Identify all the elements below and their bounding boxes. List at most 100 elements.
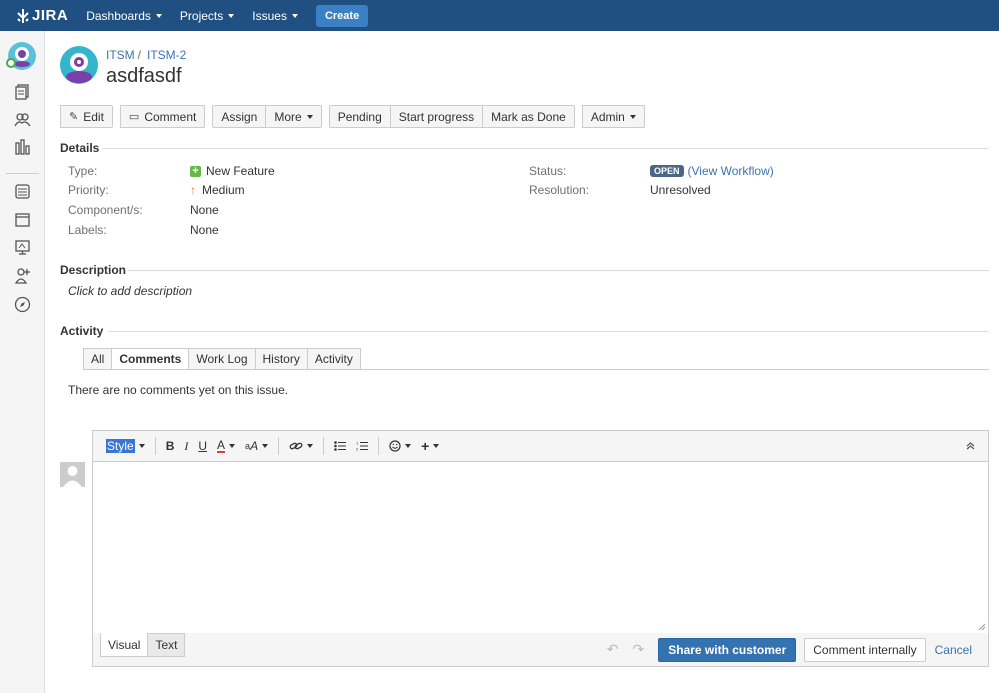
status-lozenge: OPEN bbox=[650, 165, 684, 177]
comment-button[interactable]: ▭ Comment bbox=[119, 105, 206, 128]
pencil-icon: ✎ bbox=[69, 111, 79, 123]
cancel-link[interactable]: Cancel bbox=[935, 643, 972, 657]
start-progress-button[interactable]: Start progress bbox=[389, 105, 484, 128]
description-heading: Description bbox=[60, 263, 127, 277]
tab-activity[interactable]: Activity bbox=[306, 348, 361, 370]
no-comments-message: There are no comments yet on this issue. bbox=[68, 383, 289, 397]
nav-projects[interactable]: Projects bbox=[179, 8, 235, 23]
editor-actions: ↶ ↷ Share with customer Comment internal… bbox=[600, 637, 972, 662]
edit-button[interactable]: ✎ Edit bbox=[60, 105, 113, 128]
compass-icon[interactable] bbox=[14, 296, 31, 313]
bold-icon[interactable]: B bbox=[161, 436, 180, 456]
tabs-underline bbox=[83, 369, 989, 370]
components-value[interactable]: None bbox=[190, 203, 219, 217]
activity-tabs: All Comments Work Log History Activity bbox=[83, 348, 361, 370]
emoticon-icon[interactable] bbox=[384, 436, 416, 456]
insert-more-icon[interactable]: + bbox=[416, 436, 444, 456]
svg-text:1: 1 bbox=[356, 441, 359, 446]
priority-value: ↑ Medium bbox=[190, 183, 245, 197]
speech-bubble-icon: ▭ bbox=[128, 111, 140, 123]
toolbar-separator bbox=[323, 437, 325, 455]
knowledge-base-icon[interactable] bbox=[14, 211, 31, 228]
sidebar-divider bbox=[6, 173, 39, 174]
view-workflow-link[interactable]: (View Workflow) bbox=[688, 164, 774, 178]
bullet-list-icon[interactable] bbox=[329, 436, 351, 456]
more-label: More bbox=[274, 109, 302, 124]
tab-history[interactable]: History bbox=[254, 348, 308, 370]
tab-visual[interactable]: Visual bbox=[100, 633, 149, 657]
arrow-up-icon: ↑ bbox=[190, 183, 196, 197]
chevron-down-icon bbox=[229, 444, 236, 448]
nav-projects-label: Projects bbox=[179, 8, 224, 23]
activity-heading: Activity bbox=[60, 324, 104, 338]
create-button[interactable]: Create bbox=[315, 4, 369, 27]
top-navigation-bar: JIRA Dashboards Projects Issues Create bbox=[0, 0, 999, 31]
editor-mode-tabs: Visual Text bbox=[100, 633, 186, 657]
priority-value-text: Medium bbox=[202, 183, 245, 197]
share-with-customer-button[interactable]: Share with customer bbox=[658, 637, 797, 662]
chevron-down-icon bbox=[138, 444, 145, 448]
breadcrumb-issue-key[interactable]: ITSM-2 bbox=[147, 48, 186, 62]
redo-icon[interactable]: ↷ bbox=[633, 641, 645, 658]
nav-issues[interactable]: Issues bbox=[252, 9, 298, 23]
chevron-down-icon bbox=[307, 444, 314, 448]
tab-all[interactable]: All bbox=[83, 348, 113, 370]
details-divider bbox=[102, 148, 989, 149]
chevron-down-icon bbox=[228, 13, 235, 18]
nav-dashboards[interactable]: Dashboards bbox=[86, 9, 162, 23]
undo-icon[interactable]: ↶ bbox=[607, 641, 619, 658]
editor-footer: Visual Text ↶ ↷ Share with customer Comm… bbox=[93, 633, 988, 666]
status-dot-icon bbox=[6, 58, 16, 68]
italic-icon[interactable]: I bbox=[179, 436, 193, 456]
chevron-down-icon bbox=[306, 114, 313, 119]
pending-button[interactable]: Pending bbox=[328, 105, 391, 128]
chevron-down-icon bbox=[262, 444, 269, 448]
numbered-list-icon[interactable]: 12 bbox=[351, 436, 373, 456]
tab-text[interactable]: Text bbox=[147, 633, 186, 657]
more-button[interactable]: More bbox=[265, 105, 322, 128]
type-label: Type: bbox=[68, 164, 98, 178]
queues-icon[interactable] bbox=[14, 83, 31, 100]
style-dropdown[interactable]: Style bbox=[101, 436, 150, 456]
comment-internally-button[interactable]: Comment internally bbox=[804, 637, 926, 662]
channels-icon[interactable] bbox=[14, 183, 31, 200]
underline-icon[interactable]: U bbox=[193, 436, 212, 456]
jira-logo[interactable]: JIRA bbox=[16, 7, 68, 24]
labels-value[interactable]: None bbox=[190, 223, 219, 237]
admin-button[interactable]: Admin bbox=[581, 105, 645, 128]
status-label: Status: bbox=[529, 164, 567, 178]
resize-handle-icon[interactable] bbox=[978, 623, 986, 631]
text-effects-icon[interactable]: aA bbox=[240, 436, 273, 456]
details-heading: Details bbox=[60, 141, 100, 155]
collapse-toolbar-icon[interactable] bbox=[961, 436, 980, 456]
comment-label: Comment bbox=[144, 109, 197, 124]
add-people-icon[interactable] bbox=[14, 267, 31, 284]
tab-comments[interactable]: Comments bbox=[111, 348, 190, 370]
comment-textarea[interactable] bbox=[93, 462, 988, 633]
chevron-down-icon bbox=[155, 13, 162, 18]
link-icon[interactable] bbox=[284, 436, 318, 456]
comment-editor: Style B I U A aA 12 + Visual Text ↶ ↷ Sh… bbox=[92, 430, 989, 667]
project-avatar[interactable] bbox=[60, 46, 98, 84]
nav-issues-label: Issues bbox=[252, 8, 287, 23]
assign-button[interactable]: Assign bbox=[212, 105, 267, 128]
issue-toolbar: ✎ Edit ▭ Comment Assign More Pending Start… bbox=[60, 105, 652, 128]
mark-as-done-button[interactable]: Mark as Done bbox=[482, 105, 575, 128]
monitor-icon[interactable] bbox=[14, 239, 31, 256]
issue-title[interactable]: asdfasdf bbox=[106, 65, 182, 88]
customers-icon[interactable] bbox=[14, 111, 31, 128]
style-label: Style bbox=[106, 439, 135, 453]
text-color-icon[interactable]: A bbox=[212, 436, 240, 456]
default-user-icon bbox=[63, 466, 82, 487]
description-placeholder[interactable]: Click to add description bbox=[68, 284, 192, 298]
chevron-down-icon bbox=[291, 13, 298, 18]
breadcrumb-project[interactable]: ITSM bbox=[106, 48, 135, 62]
edit-label: Edit bbox=[83, 109, 104, 124]
priority-label: Priority: bbox=[68, 183, 109, 197]
project-avatar-icon[interactable] bbox=[6, 42, 36, 70]
breadcrumb-separator: / bbox=[137, 48, 142, 62]
svg-text:2: 2 bbox=[356, 447, 359, 452]
reports-icon[interactable] bbox=[14, 139, 31, 156]
editor-toolbar: Style B I U A aA 12 + bbox=[93, 431, 988, 462]
tab-work-log[interactable]: Work Log bbox=[188, 348, 256, 370]
